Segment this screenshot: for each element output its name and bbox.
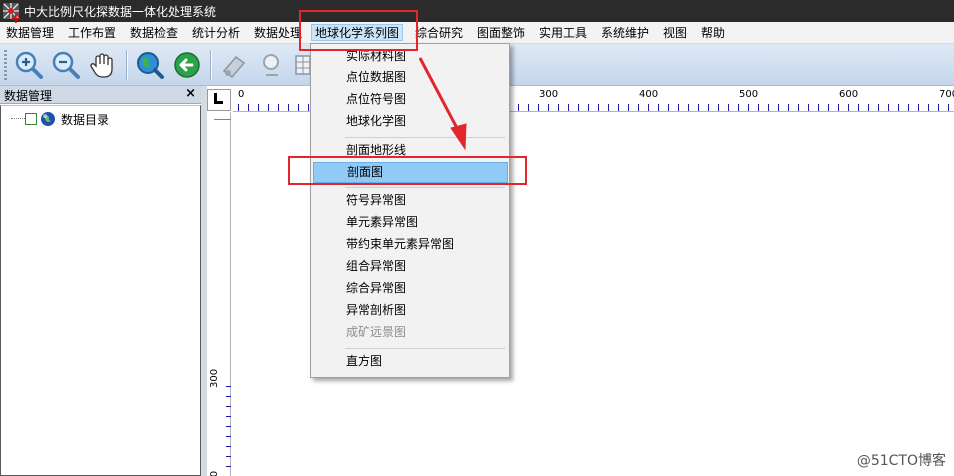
ruler-label: 300 bbox=[209, 368, 220, 388]
find-icon[interactable] bbox=[256, 49, 288, 81]
ruler-position-marker bbox=[214, 119, 231, 120]
vectorize-icon[interactable] bbox=[218, 49, 250, 81]
menu-item-comprehensive-anomaly-map[interactable]: 综合异常图 bbox=[313, 278, 508, 299]
tree-checkbox[interactable] bbox=[25, 113, 37, 125]
menu-help[interactable]: 帮助 bbox=[701, 25, 725, 42]
toolbar-separator bbox=[210, 50, 212, 80]
menu-integrated-research[interactable]: 综合研究 bbox=[415, 25, 463, 42]
annotation-box-menu bbox=[299, 10, 418, 51]
menu-data-check[interactable]: 数据检查 bbox=[130, 25, 178, 42]
zoom-in-icon[interactable] bbox=[13, 49, 45, 81]
pan-hand-icon[interactable] bbox=[88, 49, 120, 81]
menu-item-metallogenic-prospect-map: 成矿远景图 bbox=[346, 325, 407, 339]
menu-map-finishing[interactable]: 图面整饰 bbox=[477, 25, 525, 42]
menu-work-layout[interactable]: 工作布置 bbox=[68, 25, 116, 42]
globe-icon bbox=[41, 112, 55, 126]
globe-search-icon[interactable] bbox=[134, 49, 166, 81]
toolbar-grip[interactable] bbox=[4, 50, 7, 80]
ruler-corner[interactable] bbox=[207, 89, 231, 111]
tree-connector bbox=[11, 118, 25, 119]
menu-item-symbol-anomaly-map[interactable]: 符号异常图 bbox=[313, 190, 508, 211]
toolbar-separator bbox=[126, 50, 128, 80]
menu-item-single-element-anomaly-map[interactable]: 单元素异常图 bbox=[313, 212, 508, 233]
ruler-label: 400 bbox=[639, 89, 659, 100]
menu-utilities[interactable]: 实用工具 bbox=[539, 25, 587, 42]
data-tree: 数据目录 bbox=[0, 105, 201, 476]
menu-data-management[interactable]: 数据管理 bbox=[6, 25, 54, 42]
menu-item-anomaly-analysis-map[interactable]: 异常剖析图 bbox=[313, 300, 508, 321]
menu-separator bbox=[345, 137, 505, 138]
ruler-unit-icon bbox=[214, 93, 223, 104]
ruler-label: 400 bbox=[209, 471, 220, 476]
menu-item-combination-anomaly-map[interactable]: 组合异常图 bbox=[313, 256, 508, 277]
menu-item-geochemical-map[interactable]: 地球化学图 bbox=[313, 111, 508, 132]
annotation-box-item bbox=[288, 156, 527, 185]
window-title: 中大比例尺化探数据一体化处理系统 bbox=[24, 5, 217, 19]
menu-item-histogram[interactable]: 直方图 bbox=[313, 351, 508, 372]
close-icon[interactable]: × bbox=[185, 86, 196, 101]
menu-data-processing[interactable]: 数据处理 bbox=[254, 25, 302, 42]
menu-item-point-data-map[interactable]: 点位数据图 bbox=[313, 67, 508, 88]
menu-view[interactable]: 视图 bbox=[663, 25, 687, 42]
vertical-ruler-ticks bbox=[226, 386, 231, 476]
menu-item-constrained-single-element-anomaly-map[interactable]: 带约束单元素异常图 bbox=[313, 234, 508, 255]
menu-separator bbox=[345, 187, 505, 188]
ruler-label: 0 bbox=[238, 89, 245, 100]
ruler-label: 600 bbox=[839, 89, 859, 100]
geochem-series-dropdown: 实际材料图 点位数据图 点位符号图 地球化学图 剖面地形线 剖面图 符号异常图 … bbox=[310, 43, 510, 378]
panel-title: 数据管理 bbox=[4, 89, 53, 103]
cursor-crosshair-icon: + bbox=[10, 11, 22, 27]
menu-item-point-symbol-map[interactable]: 点位符号图 bbox=[313, 89, 508, 110]
zoom-out-icon[interactable] bbox=[50, 49, 82, 81]
menu-statistics[interactable]: 统计分析 bbox=[192, 25, 240, 42]
ruler-label: 500 bbox=[739, 89, 759, 100]
menu-bar: 数据管理 工作布置 数据检查 统计分析 数据处理 地球化学系列图 综合研究 图面… bbox=[0, 22, 954, 44]
back-icon[interactable] bbox=[171, 49, 203, 81]
title-bar: 中大比例尺化探数据一体化处理系统 bbox=[0, 0, 954, 22]
ruler-label: 700 bbox=[939, 89, 954, 100]
data-management-panel-header: 数据管理 × bbox=[0, 86, 201, 104]
menu-system-maintenance[interactable]: 系统维护 bbox=[601, 25, 649, 42]
menu-separator bbox=[345, 348, 505, 349]
tree-item-data-catalog[interactable]: 数据目录 bbox=[61, 111, 109, 128]
ruler-label: 300 bbox=[539, 89, 559, 100]
watermark: @51CTO博客 bbox=[856, 453, 946, 469]
